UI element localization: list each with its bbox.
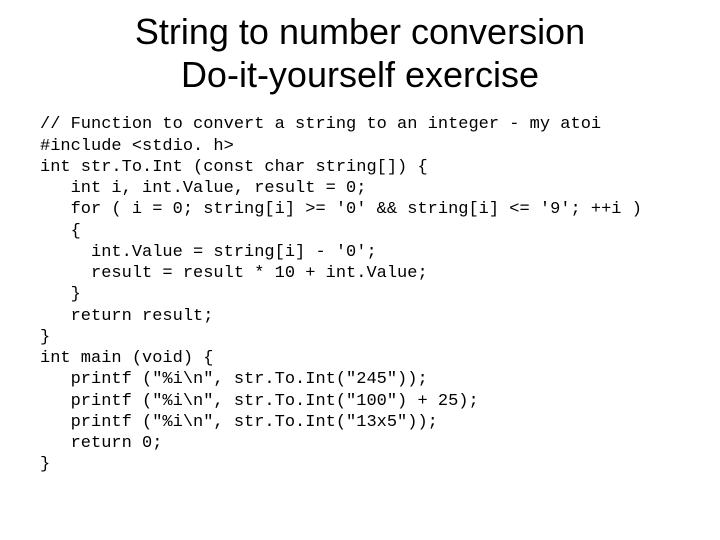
- code-block: // Function to convert a string to an in…: [40, 114, 680, 475]
- title-line-1: String to number conversion: [135, 11, 585, 52]
- slide-title: String to number conversion Do-it-yourse…: [40, 10, 680, 96]
- slide-container: String to number conversion Do-it-yourse…: [0, 0, 720, 540]
- title-line-2: Do-it-yourself exercise: [181, 54, 539, 95]
